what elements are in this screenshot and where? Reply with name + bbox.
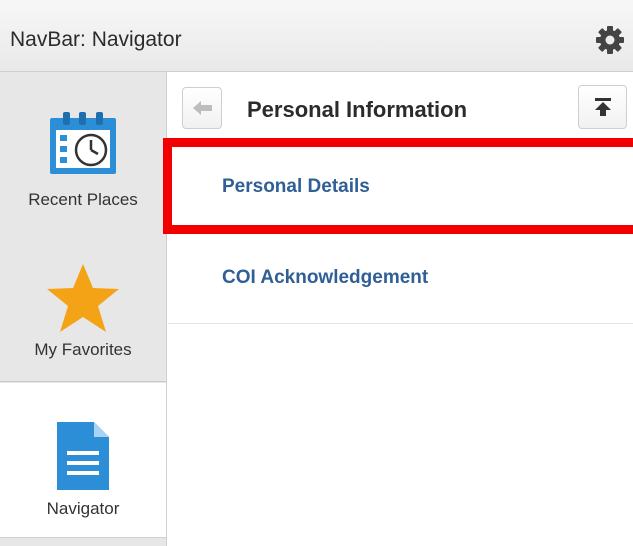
sidebar-item-my-favorites[interactable]: My Favorites: [0, 228, 166, 382]
document-icon: [54, 419, 112, 498]
star-icon: [45, 262, 121, 339]
sidebar-item-recent-places[interactable]: Recent Places: [0, 72, 166, 222]
list-item-coi-acknowledgement[interactable]: COI Acknowledgement: [168, 233, 633, 324]
content-header: Personal Information: [168, 73, 633, 143]
gear-icon[interactable]: [594, 24, 626, 56]
sidebar: Recent Places My Favorites Navigator: [0, 72, 167, 546]
navbar-header: NavBar: Navigator: [0, 0, 633, 72]
scroll-to-top-icon: [595, 98, 611, 116]
list-item-label[interactable]: COI Acknowledgement: [222, 267, 428, 289]
list-item-label[interactable]: Personal Details: [222, 176, 370, 198]
back-arrow-icon: [193, 101, 212, 115]
sidebar-item-navigator[interactable]: Navigator: [0, 383, 166, 538]
list-item-personal-details[interactable]: Personal Details: [168, 143, 633, 231]
sidebar-item-label: Navigator: [46, 499, 120, 518]
page-title: Personal Information: [247, 97, 468, 122]
navbar-title: NavBar: Navigator: [10, 28, 182, 51]
back-button[interactable]: [182, 87, 222, 129]
sidebar-item-label: My Favorites: [34, 340, 132, 359]
scroll-to-top-button[interactable]: [578, 85, 627, 129]
sidebar-item-label: Recent Places: [28, 190, 138, 209]
calendar-clock-icon: [47, 110, 119, 181]
